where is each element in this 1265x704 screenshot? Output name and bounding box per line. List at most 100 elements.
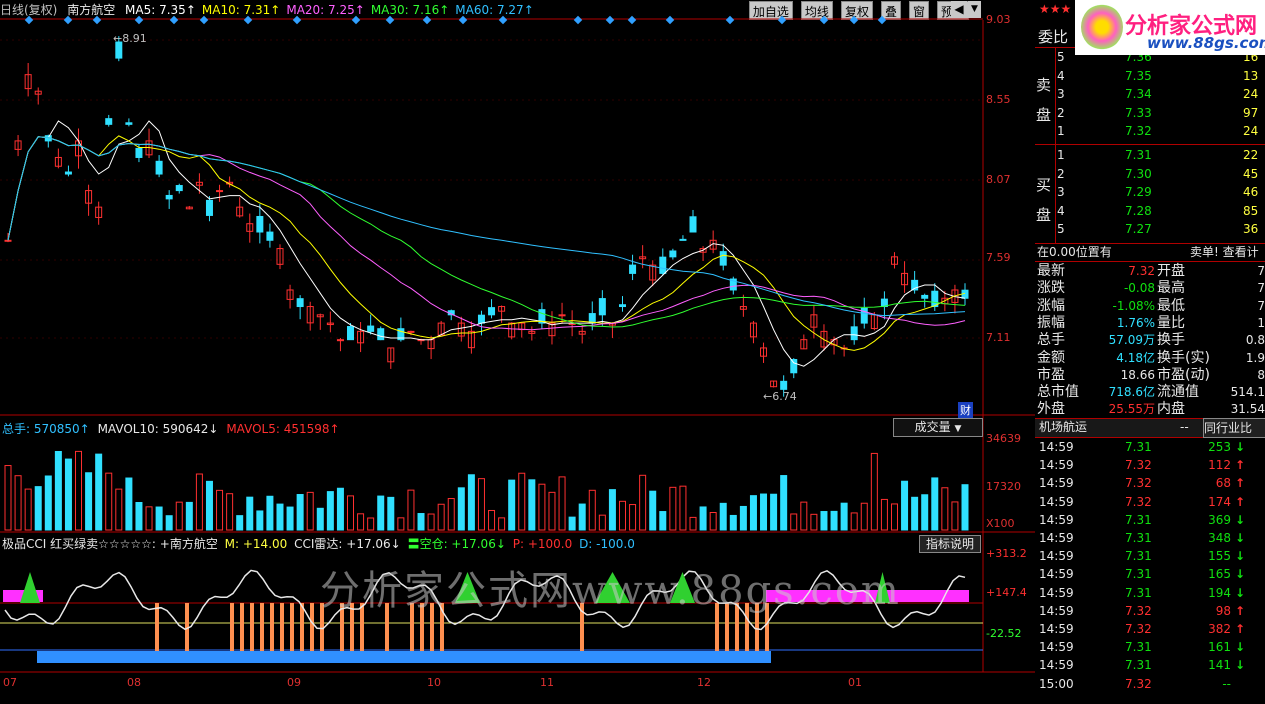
arrow-down-icon: ↓ [1235,531,1246,545]
tick-volume: 161 [1208,640,1231,655]
candle-body [477,314,485,324]
volume-bar [901,480,909,531]
order-price: 7.34 [1125,87,1152,101]
sell-side-label: 卖 盘 [1036,76,1052,124]
candle-body [205,199,213,216]
tick-row: 14:59 7.32 174 ↑ [1035,493,1265,511]
indicator-help-button[interactable]: 指标说明 [919,535,981,553]
volume-bar [125,477,133,531]
candle-body [105,118,113,125]
tick-time: 14:59 [1039,622,1074,636]
tick-time: 14:59 [1039,531,1074,545]
volume-bar [679,485,687,531]
volume-bar [276,503,284,531]
tick-row: 14:59 7.32 382 ↑ [1035,620,1265,638]
candle-body [558,314,566,317]
quote-value: 18.66 [1120,367,1155,382]
high-annotation: ←8.91 [113,32,147,45]
volume-bar [880,498,888,531]
candle-body [256,215,264,233]
volume-bar [477,478,485,531]
signal-diamond [292,15,302,25]
order-price: 7.30 [1125,166,1152,181]
arrow-down-icon: ↓ [1235,640,1246,655]
indicator-m: M: +14.00 [224,537,288,551]
tick-price: 7.31 [1125,585,1152,600]
tick-volume: -- [1222,676,1231,691]
volume-bar [226,493,234,531]
order-volume: 22 [1243,148,1259,162]
quote-value: -0.08 [1123,281,1155,296]
ma-line-10 [7,135,966,351]
volume-bar [820,511,828,531]
volume-axis-label: 17320 [986,480,1021,493]
volume-bar [296,494,304,531]
signal-diamond [92,15,102,25]
volume-bar [488,509,496,531]
order-volume: 85 [1243,203,1259,218]
volume-bar [387,496,395,531]
volume-bar [347,495,355,531]
indicator-d: D: -100.0 [579,537,635,551]
tab-peer-compare[interactable]: 同行业比 [1203,418,1265,438]
finance-icon[interactable]: 财 [958,402,973,418]
volume-bar [538,483,546,531]
indicator-title[interactable]: 极品CCI 红买绿卖☆☆☆☆☆: +南方航空 [2,537,218,551]
order-level: 4 [1057,68,1065,83]
candle-body [598,298,606,316]
volume-bar [790,513,798,531]
signal-diamond [63,15,73,25]
indicator-axis-label: -22.52 [986,627,1022,640]
tick-price: 7.31 [1125,640,1152,655]
signal-diamond [725,15,735,25]
order-volume: 46 [1243,185,1259,199]
candle-body [175,185,183,192]
volume-bar [810,513,818,531]
order-volume: 97 [1243,105,1259,120]
tick-time: 14:59 [1039,440,1074,454]
tick-row: 14:59 7.32 68 ↑ [1035,474,1265,492]
volume-bar [44,475,52,531]
signal-diamond [169,15,179,25]
flower-icon [1081,4,1123,50]
position-link[interactable]: 卖单! 查看计 [1190,243,1265,261]
order-level: 4 [1057,203,1065,218]
month-label: 11 [540,676,554,689]
volume-bar [326,491,334,531]
volume-bar [608,489,616,531]
candle-body [296,298,304,308]
quote-panel: ★★★ 委比 卖 盘买 盘 5 7.36 16 4 7.35 13 3 7.34 24 2 7.33 9… [1035,0,1265,704]
tick-volume: 68 [1215,476,1231,491]
volume-bar [75,450,83,531]
tick-volume: 112 [1208,458,1231,473]
tab-industry[interactable]: 机场航运 [1039,418,1087,436]
volume-bar [256,510,264,531]
tick-volume: 155 [1208,549,1231,564]
order-price: 7.35 [1125,68,1152,83]
cci-stripe [240,603,244,651]
volume-bar [870,452,878,531]
tick-price: 7.31 [1125,658,1152,673]
tick-volume: 253 [1208,440,1231,454]
candle-body [4,239,12,242]
quote-value: 7 [1257,298,1265,313]
volume-bar [195,473,203,531]
candle-body [850,326,858,341]
indicator-p: P: +100.0 [512,537,573,551]
candle-body [125,122,133,125]
order-level: 5 [1057,222,1065,236]
volume-bar [770,493,778,531]
volume-bar [739,505,747,531]
quote-label: 最低 [1157,297,1185,314]
volume-bar [64,458,72,531]
volume-bar [498,517,506,531]
cci-stripe [310,603,314,651]
chevron-down-icon: ▼ [954,424,962,434]
volume-dropdown[interactable]: 成交量 ▼ [893,418,983,437]
volume-bar [246,496,254,531]
quote-value: 514.1 [1230,385,1265,400]
month-label: 09 [287,676,301,689]
volume-bar [306,491,314,531]
quote-label: 振幅 [1037,314,1065,331]
ma-line-20 [7,136,966,331]
